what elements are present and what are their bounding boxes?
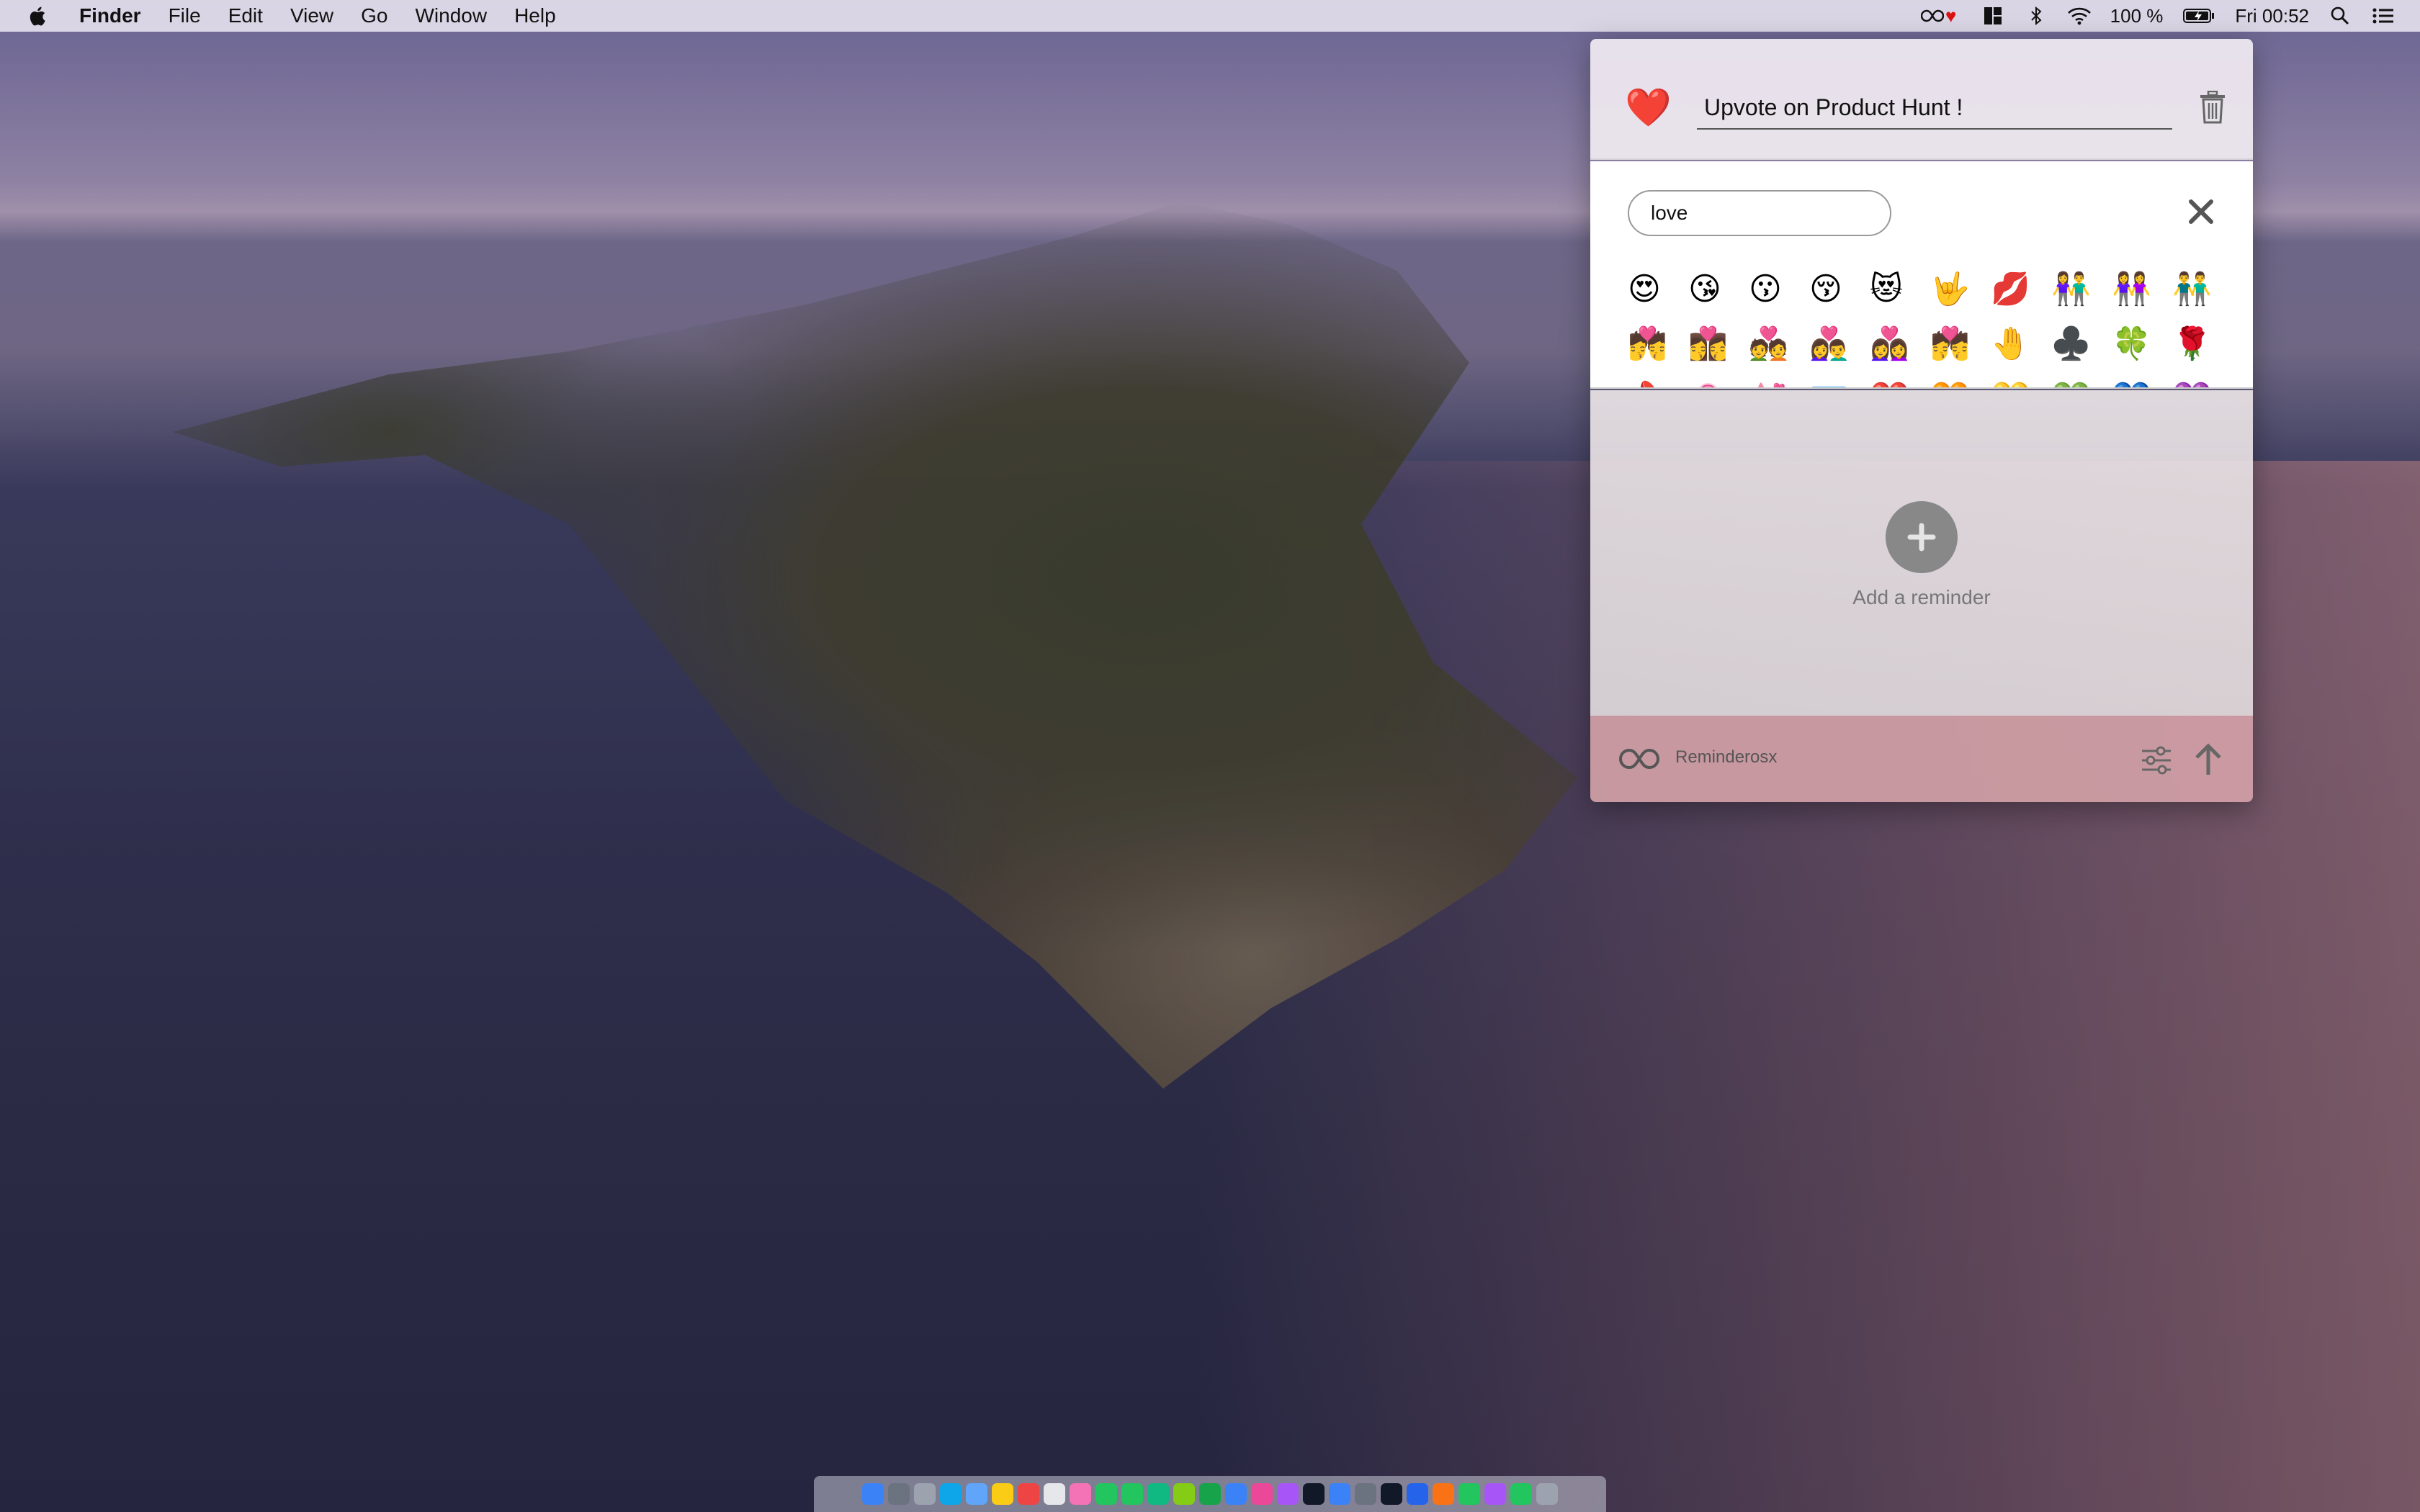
menu-clock[interactable]: Fri 00:52: [2235, 5, 2309, 27]
footer-app-name: Reminderosx: [1675, 747, 1778, 767]
settings-sliders-icon[interactable]: [2141, 746, 2172, 775]
safari-icon[interactable]: [940, 1483, 962, 1505]
sublime-icon[interactable]: [1433, 1483, 1454, 1505]
emoji-result[interactable]: 💒: [1749, 372, 1809, 387]
plus-icon: [1907, 523, 1936, 552]
menu-help[interactable]: Help: [514, 4, 556, 27]
menu-bar: Finder File Edit View Go Window Help ♥ 1…: [0, 0, 2420, 32]
popover-footer: Reminderosx: [1590, 716, 2253, 802]
infinity-logo-icon: [1619, 748, 1659, 770]
emoji-result[interactable]: 😻: [1870, 262, 1930, 317]
tv-icon[interactable]: [1303, 1483, 1325, 1505]
textedit-icon[interactable]: [1044, 1483, 1065, 1505]
emoji-result[interactable]: 💏: [1628, 317, 1688, 372]
emoji-result[interactable]: 🤚: [1991, 317, 2051, 372]
music-icon[interactable]: [1251, 1483, 1273, 1505]
emoji-result[interactable]: ❤️: [1870, 372, 1930, 387]
emoji-result[interactable]: 💚: [2051, 372, 2112, 387]
emoji-results-grid: 😍😘😗😚😻🤟💋👫👭👬💏👩‍❤️‍💋‍👩💑👩‍❤️‍👨👩‍❤️‍👩💏🤚♣️🍀🌹💄🏩…: [1628, 262, 2233, 387]
emoji-result[interactable]: 💏: [1930, 317, 1991, 372]
emoji-result[interactable]: 👩‍❤️‍👩: [1870, 317, 1930, 372]
battery-percent: 100 %: [2110, 4, 2164, 27]
menu-extras: ♥ 100 % Fri 00:52: [1916, 0, 2396, 32]
reminder-title-input[interactable]: [1697, 86, 2172, 130]
emoji-result[interactable]: 💜: [2172, 372, 2233, 387]
messages-icon[interactable]: [1121, 1483, 1143, 1505]
add-reminder-label: Add a reminder: [1852, 586, 1991, 608]
reminder-emoji-button[interactable]: ❤️: [1625, 88, 1672, 128]
emoji-result[interactable]: 🏩: [1688, 372, 1749, 387]
menu-app-name[interactable]: Finder: [79, 4, 141, 27]
preview-icon[interactable]: [966, 1483, 987, 1505]
terminal-icon[interactable]: [1381, 1483, 1402, 1505]
numbers-icon[interactable]: [1199, 1483, 1221, 1505]
emoji-result[interactable]: 🍀: [2112, 317, 2172, 372]
dock: [814, 1476, 1606, 1512]
finder-icon[interactable]: [862, 1483, 884, 1505]
trash-icon[interactable]: [2198, 91, 2227, 124]
emoji-result[interactable]: 🤟: [1930, 262, 1991, 317]
emoji-result[interactable]: 💄: [1628, 372, 1688, 387]
menu-go[interactable]: Go: [361, 4, 387, 27]
wifi-icon[interactable]: [2067, 5, 2092, 27]
notes-icon[interactable]: [992, 1483, 1013, 1505]
emoji-result[interactable]: 🧡: [1930, 372, 1991, 387]
bluetooth-icon[interactable]: [2024, 5, 2048, 27]
podcasts-icon[interactable]: [1277, 1483, 1299, 1505]
keynote-icon[interactable]: [1225, 1483, 1247, 1505]
emoji-search-input[interactable]: [1628, 190, 1891, 236]
emoji-result[interactable]: 💌: [1809, 372, 1870, 387]
emoji-result[interactable]: 🌹: [2172, 317, 2233, 372]
whatsapp-icon[interactable]: [1510, 1483, 1532, 1505]
menu-window[interactable]: Window: [415, 4, 487, 27]
apple-menu-icon[interactable]: [29, 5, 49, 27]
launchpad-icon[interactable]: [888, 1483, 910, 1505]
slack-icon[interactable]: [1484, 1483, 1506, 1505]
preferences-icon[interactable]: [1355, 1483, 1376, 1505]
menu-file[interactable]: File: [169, 4, 201, 27]
spotlight-search-icon[interactable]: [2328, 5, 2352, 27]
emoji-result[interactable]: ♣️: [2051, 317, 2112, 372]
rocket-icon[interactable]: [914, 1483, 936, 1505]
add-reminder-button[interactable]: [1886, 501, 1958, 573]
emoji-picker: 😍😘😗😚😻🤟💋👫👭👬💏👩‍❤️‍💋‍👩💑👩‍❤️‍👨👩‍❤️‍👩💏🤚♣️🍀🌹💄🏩…: [1590, 161, 2253, 389]
chrome2-icon[interactable]: [1458, 1483, 1480, 1505]
notification-center-icon[interactable]: [2371, 5, 2396, 27]
emoji-result[interactable]: 😘: [1688, 262, 1749, 317]
menu-view[interactable]: View: [290, 4, 333, 27]
appstore-icon[interactable]: [1329, 1483, 1350, 1505]
reminderosx-popover: ❤️ 😍😘😗😚😻🤟💋👫👭👬💏👩‍❤️‍💋‍👩💑👩‍❤️‍👨👩‍❤️‍👩💏🤚♣️🍀…: [1590, 39, 2253, 802]
trash-icon[interactable]: [1536, 1483, 1558, 1505]
window-layout-icon[interactable]: [1981, 5, 2005, 27]
emoji-result[interactable]: 💛: [1991, 372, 2051, 387]
reminders-empty-area: Add a reminder: [1590, 390, 2253, 716]
arrow-up-icon[interactable]: [2192, 742, 2224, 778]
chrome-icon[interactable]: [1095, 1483, 1117, 1505]
emoji-result[interactable]: 👩‍❤️‍💋‍👩: [1688, 317, 1749, 372]
calendar-icon[interactable]: [1018, 1483, 1039, 1505]
emoji-result[interactable]: 💑: [1749, 317, 1809, 372]
reminderosx-status-icon[interactable]: ♥: [1916, 5, 1962, 27]
emoji-result[interactable]: 👫: [2051, 262, 2112, 317]
emoji-result[interactable]: 😍: [1628, 262, 1688, 317]
emoji-result[interactable]: 💋: [1991, 262, 2051, 317]
emoji-result[interactable]: 💙: [2112, 372, 2172, 387]
reminder-row: ❤️: [1590, 39, 2253, 160]
close-icon[interactable]: [2187, 197, 2215, 226]
facetime-icon[interactable]: [1147, 1483, 1169, 1505]
emoji-result[interactable]: 👩‍❤️‍👨: [1809, 317, 1870, 372]
emoji-result[interactable]: 😚: [1809, 262, 1870, 317]
photos-icon[interactable]: [1070, 1483, 1091, 1505]
battery-icon[interactable]: [2182, 5, 2216, 27]
menu-edit[interactable]: Edit: [228, 4, 263, 27]
emoji-result[interactable]: 👬: [2172, 262, 2233, 317]
vscode-icon[interactable]: [1407, 1483, 1428, 1505]
maps-icon[interactable]: [1173, 1483, 1195, 1505]
emoji-result[interactable]: 👭: [2112, 262, 2172, 317]
emoji-result[interactable]: 😗: [1749, 262, 1809, 317]
